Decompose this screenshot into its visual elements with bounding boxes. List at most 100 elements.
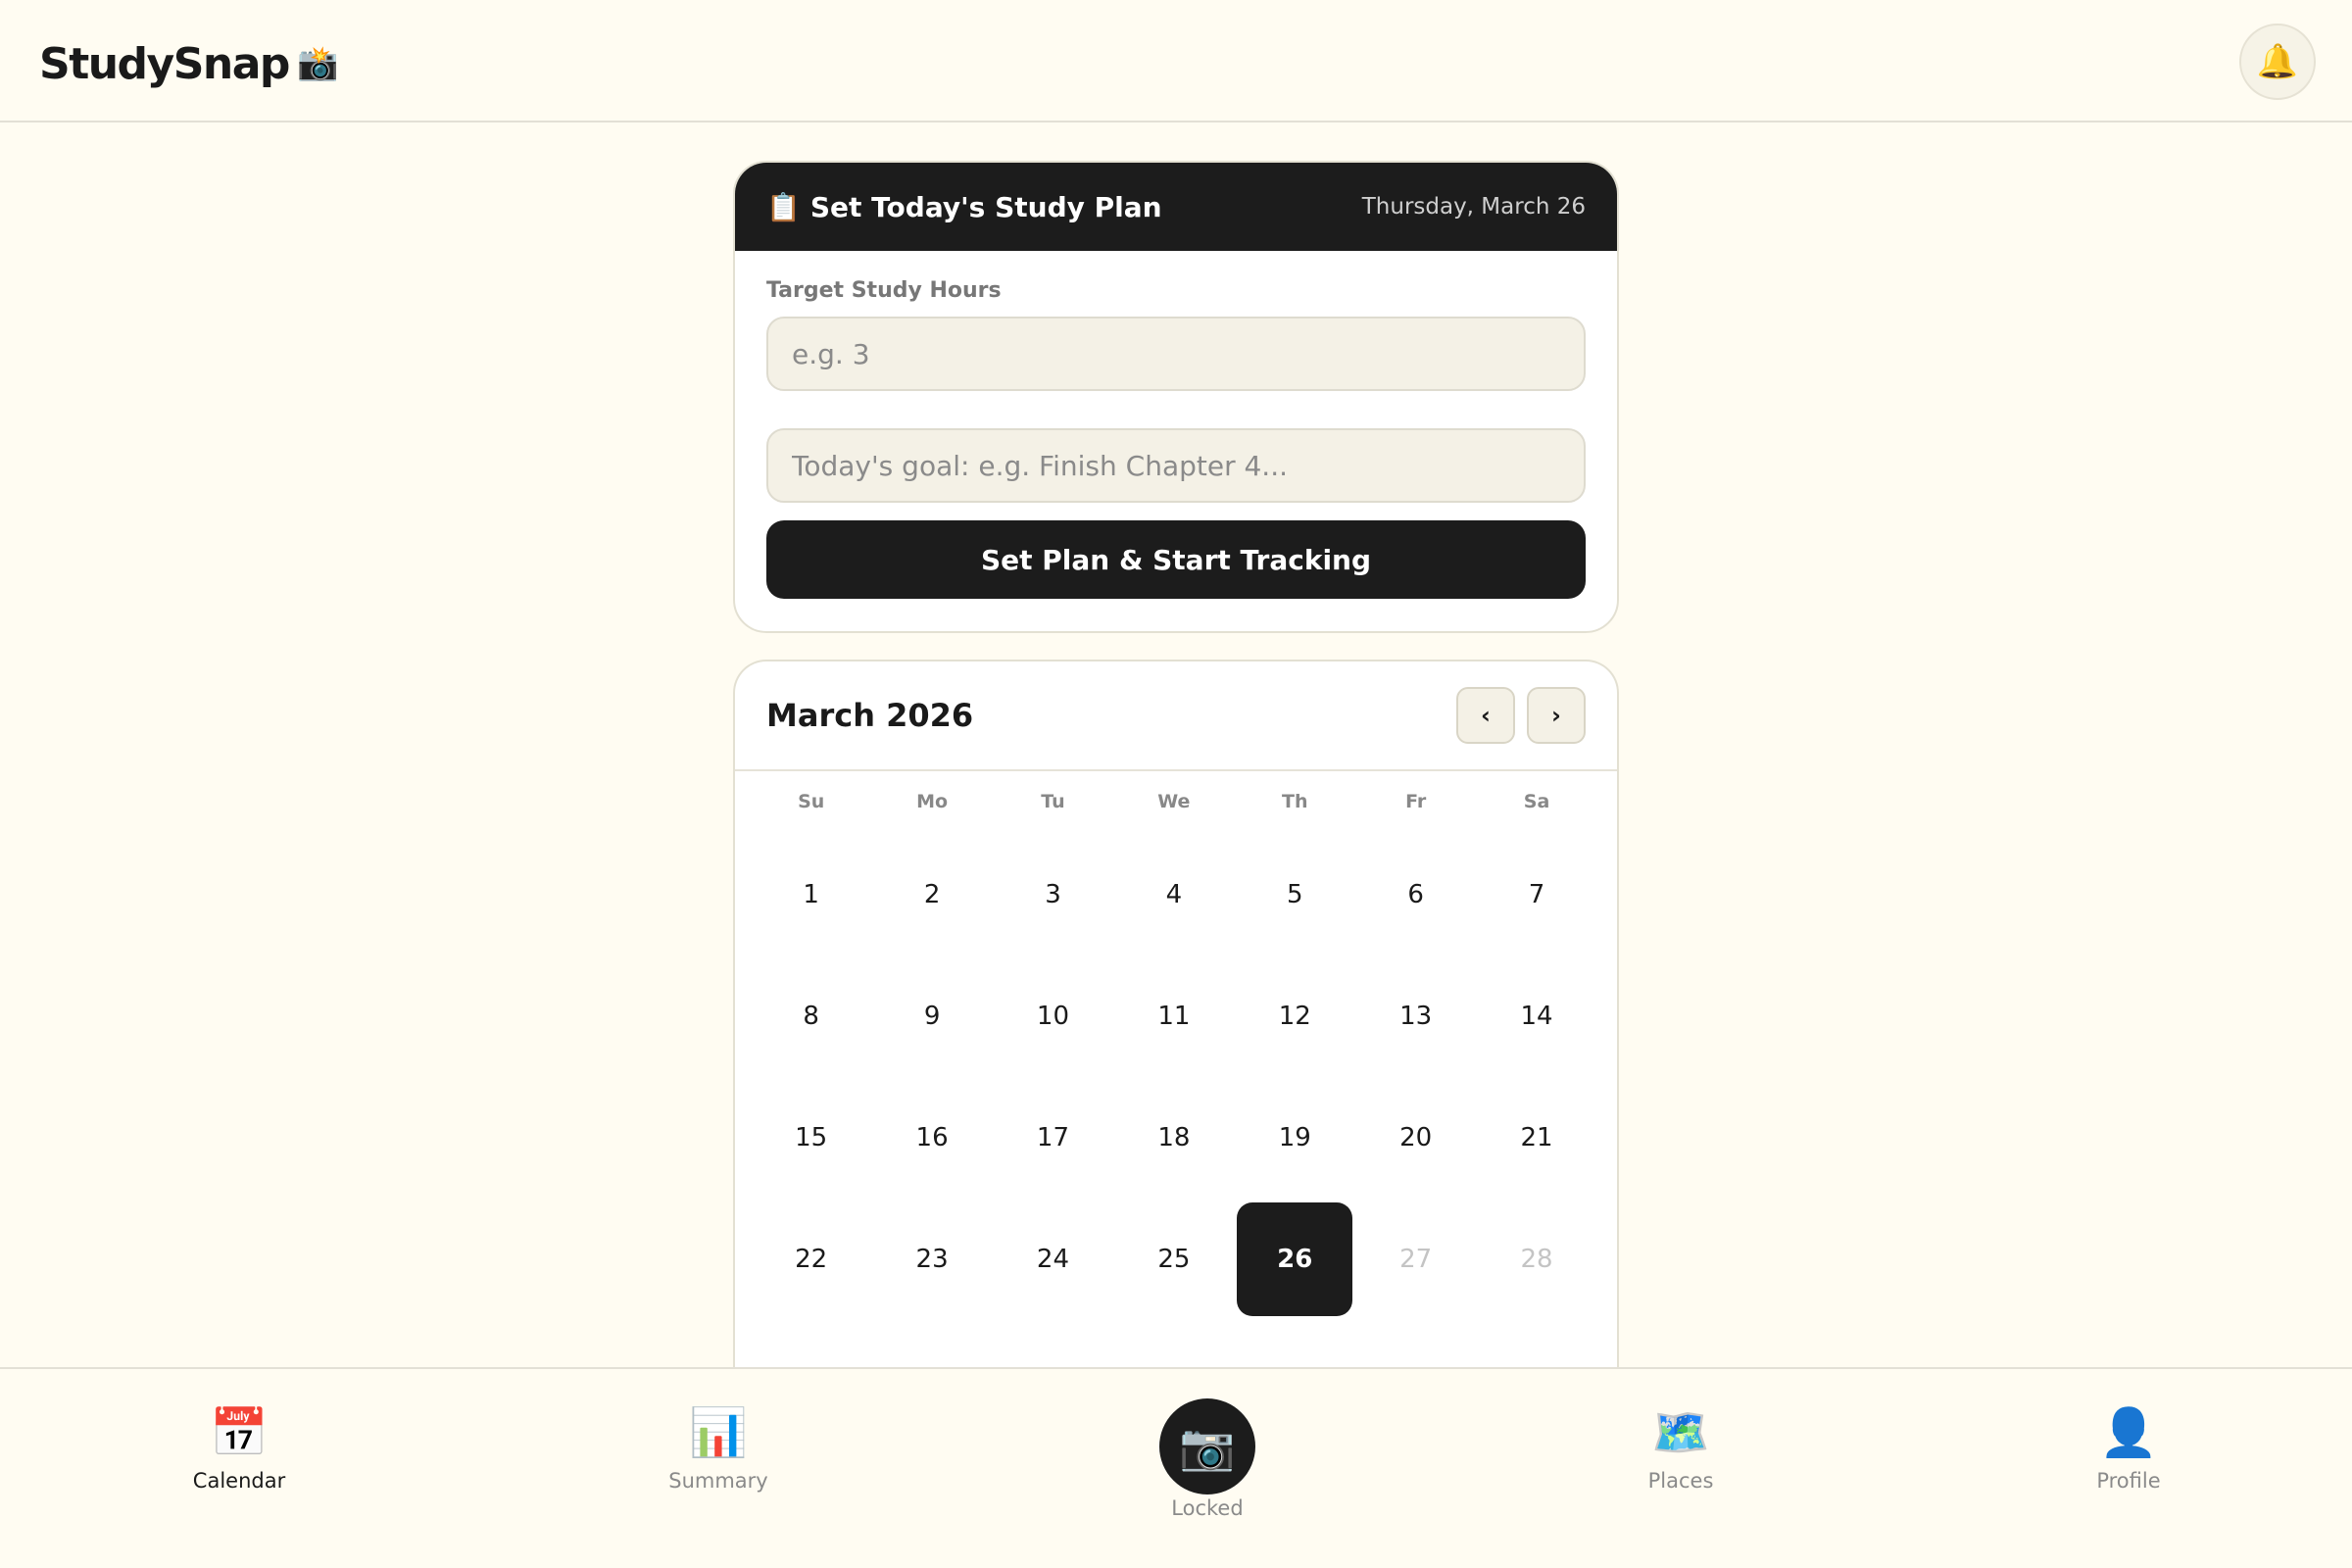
- calendar-day-number: 8: [803, 1002, 819, 1031]
- calendar-day[interactable]: 12: [1235, 956, 1355, 1077]
- calendar-day[interactable]: 22: [751, 1199, 871, 1320]
- calendar-days-grid: 1 2 3 4 5 6 7 8 9 10 11 12 13 14 15 16 17 18 19 20 21 22 23 24 2…: [735, 834, 1617, 1404]
- calendar-day[interactable]: 27: [1355, 1199, 1476, 1320]
- notifications-button[interactable]: 🔔: [2239, 24, 2316, 100]
- calendar-day[interactable]: 16: [871, 1077, 992, 1199]
- camera-icon: 📷: [1179, 1419, 1236, 1473]
- calendar-day[interactable]: 9: [871, 956, 992, 1077]
- set-plan-button[interactable]: Set Plan & Start Tracking: [766, 520, 1586, 599]
- chevron-right-icon: ›: [1551, 702, 1561, 729]
- weekday-label: Fr: [1405, 791, 1427, 812]
- study-plan-title-group: 📋 Set Today's Study Plan: [766, 191, 1162, 223]
- calendar-day-number: 10: [1036, 1002, 1070, 1031]
- calendar-day[interactable]: 7: [1476, 834, 1596, 956]
- calendar-day[interactable]: 3: [993, 834, 1113, 956]
- calendar-day-number: 4: [1165, 880, 1183, 909]
- calendar-day-number: 27: [1399, 1245, 1433, 1274]
- bottom-navigation: 📅 Calendar 📊 Summary 📷 Locked 🗺️ Places …: [0, 1367, 2352, 1568]
- calendar-day-number: 21: [1520, 1123, 1553, 1152]
- calendar-month-label: March 2026: [766, 697, 974, 734]
- camera-button[interactable]: 📷: [1159, 1398, 1255, 1494]
- camera-status-label: Locked: [1171, 1496, 1244, 1520]
- calendar-day[interactable]: 15: [751, 1077, 871, 1199]
- bell-icon: 🔔: [2256, 42, 2299, 81]
- brand-name: StudySnap: [39, 38, 290, 89]
- calendar-day[interactable]: 11: [1113, 956, 1234, 1077]
- calendar-day-number: 2: [923, 880, 941, 909]
- calendar-day-number: 5: [1286, 880, 1303, 909]
- calendar-day-number: 17: [1036, 1123, 1070, 1152]
- next-month-button[interactable]: ›: [1527, 687, 1586, 744]
- calendar-day[interactable]: 23: [871, 1199, 992, 1320]
- study-plan-form: Target Study Hours Set Plan & Start Trac…: [735, 251, 1617, 599]
- nav-profile-label: Profile: [2096, 1469, 2161, 1493]
- calendar-day[interactable]: 14: [1476, 956, 1596, 1077]
- nav-summary-label: Summary: [668, 1469, 768, 1493]
- study-plan-title: Set Today's Study Plan: [809, 190, 1162, 223]
- calendar-day-number: 11: [1157, 1002, 1191, 1031]
- calendar-day-number: 14: [1520, 1002, 1553, 1031]
- calendar-card: March 2026 ‹ › Su Mo Tu We Th Fr Sa 1234…: [733, 660, 1619, 1404]
- nav-calendar-label: Calendar: [192, 1469, 286, 1493]
- nav-profile[interactable]: 👤 Profile: [2031, 1404, 2227, 1493]
- nav-summary[interactable]: 📊 Summary: [620, 1404, 816, 1493]
- user-icon: 👤: [2099, 1405, 2158, 1460]
- calendar-day-number: 1: [803, 880, 819, 909]
- calendar-day[interactable]: 5: [1235, 834, 1355, 956]
- calendar-day-number: 3: [1045, 880, 1061, 909]
- calendar-day-number: 19: [1278, 1123, 1311, 1152]
- weekday-label: Th: [1282, 791, 1308, 812]
- calendar-day[interactable]: 4: [1113, 834, 1234, 956]
- current-date: Thursday, March 26: [1361, 194, 1586, 220]
- target-hours-label: Target Study Hours: [766, 278, 1002, 303]
- clipboard-icon: 📋: [766, 190, 801, 223]
- target-hours-input[interactable]: [766, 317, 1586, 391]
- calendar-day-number: 22: [795, 1245, 828, 1274]
- calendar-day[interactable]: 18: [1113, 1077, 1234, 1199]
- calendar-day[interactable]: 8: [751, 956, 871, 1077]
- calendar-day-number: 9: [923, 1002, 941, 1031]
- calendar-day[interactable]: 20: [1355, 1077, 1476, 1199]
- nav-places[interactable]: 🗺️ Places: [1583, 1404, 1779, 1493]
- previous-month-button[interactable]: ‹: [1456, 687, 1515, 744]
- calendar-day[interactable]: 19: [1235, 1077, 1355, 1199]
- calendar-day[interactable]: 17: [993, 1077, 1113, 1199]
- weekday-label: We: [1157, 791, 1191, 812]
- calendar-day-number: 23: [915, 1245, 949, 1274]
- study-plan-header: 📋 Set Today's Study Plan Thursday, March…: [735, 163, 1617, 251]
- calendar-icon: 📅: [210, 1405, 269, 1460]
- calendar-day[interactable]: 10: [993, 956, 1113, 1077]
- calendar-day-number: 26: [1237, 1202, 1353, 1316]
- calendar-day-today[interactable]: 26: [1235, 1199, 1355, 1320]
- nav-places-label: Places: [1647, 1469, 1714, 1493]
- calendar-day[interactable]: 2: [871, 834, 992, 956]
- daily-goal-input[interactable]: [766, 428, 1586, 503]
- weekday-label: Tu: [1041, 791, 1065, 812]
- calendar-day[interactable]: 25: [1113, 1199, 1234, 1320]
- map-icon: 🗺️: [1651, 1405, 1710, 1460]
- calendar-nav: ‹ ›: [1456, 687, 1586, 744]
- weekday-label: Su: [798, 791, 825, 812]
- chevron-left-icon: ‹: [1481, 702, 1491, 729]
- camera-flash-icon: 📸: [296, 44, 339, 83]
- calendar-day[interactable]: 6: [1355, 834, 1476, 956]
- top-bar: StudySnap 📸 🔔: [0, 0, 2352, 122]
- calendar-day[interactable]: 21: [1476, 1077, 1596, 1199]
- calendar-day-number: 15: [795, 1123, 828, 1152]
- calendar-day-number: 24: [1036, 1245, 1070, 1274]
- study-plan-card: 📋 Set Today's Study Plan Thursday, March…: [733, 161, 1619, 633]
- calendar-day[interactable]: 28: [1476, 1199, 1596, 1320]
- nav-calendar[interactable]: 📅 Calendar: [141, 1404, 337, 1493]
- calendar-day[interactable]: 13: [1355, 956, 1476, 1077]
- calendar-day-number: 16: [915, 1123, 949, 1152]
- calendar-day-number: 13: [1399, 1002, 1433, 1031]
- calendar-day-number: 12: [1278, 1002, 1311, 1031]
- app-root: StudySnap 📸 🔔 📋 Set Today's Study Plan T…: [0, 0, 2352, 1568]
- calendar-day[interactable]: 1: [751, 834, 871, 956]
- weekday-label: Sa: [1523, 791, 1550, 812]
- weekday-label: Mo: [916, 791, 949, 812]
- calendar-day[interactable]: 24: [993, 1199, 1113, 1320]
- calendar-header: March 2026 ‹ ›: [735, 662, 1617, 771]
- calendar-day-number: 25: [1157, 1245, 1191, 1274]
- bar-chart-icon: 📊: [689, 1405, 748, 1460]
